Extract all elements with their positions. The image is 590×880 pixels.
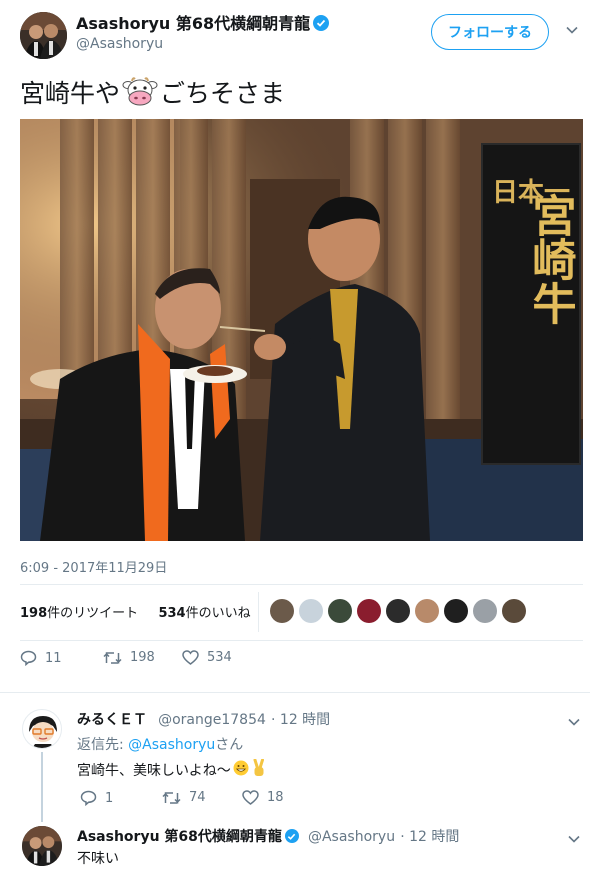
reply1-retweet-action[interactable]: 74: [162, 790, 206, 805]
author-name-text[interactable]: Asashoryu 第68代横綱朝青龍: [76, 14, 310, 33]
thread-line: [41, 752, 43, 822]
reply2-time[interactable]: 12 時間: [409, 829, 459, 845]
like-stat[interactable]: 534件のいいね: [158, 606, 250, 621]
retweet-stat-label[interactable]: 件のリツイート: [47, 606, 138, 621]
tweet-text-part-2: ごちそさま: [160, 79, 286, 108]
divider: [0, 692, 590, 693]
like-action[interactable]: 534: [182, 650, 232, 665]
like-stat-label[interactable]: 件のいいね: [186, 606, 251, 621]
stats-separator: [258, 592, 259, 632]
reply1-time[interactable]: 12 時間: [280, 712, 330, 728]
reply1-reply-count: 1: [105, 790, 114, 806]
heart-icon: [242, 790, 259, 805]
reply-action[interactable]: 11: [20, 650, 62, 666]
reply-count: 11: [45, 650, 62, 666]
liker-avatar[interactable]: [299, 599, 323, 623]
reply1-like-action[interactable]: 18: [242, 790, 284, 805]
liker-avatars: [270, 599, 526, 623]
reply2-menu-chevron-down-icon[interactable]: [568, 831, 580, 847]
tweet-menu-chevron-down-icon[interactable]: [566, 22, 578, 38]
reply-avatar[interactable]: [22, 709, 62, 749]
liker-avatar[interactable]: [386, 599, 410, 623]
reply1-replying-to-prefix: 返信先:: [77, 737, 129, 753]
liker-avatar[interactable]: [270, 599, 294, 623]
divider: [20, 584, 583, 585]
reply1-name[interactable]: みるくＥＴ: [77, 712, 147, 728]
cow-face-emoji-icon: [122, 77, 158, 107]
reply1-replying-to-suffix: さん: [215, 737, 244, 753]
reply1-header: みるくＥＴ @orange17854 · 12 時間: [77, 709, 330, 729]
reply2-avatar[interactable]: [22, 826, 62, 866]
reply1-text: 宮崎牛、美味しいよね〜: [77, 758, 267, 781]
grinning-emoji-icon: [233, 760, 249, 780]
reply1-reply-action[interactable]: 1: [80, 790, 113, 806]
retweet-count: 198: [130, 650, 155, 665]
reply2-header: Asashoryu 第68代横綱朝青龍 @Asashoryu · 12 時間: [77, 826, 459, 846]
reply1-replying-to-link[interactable]: @Asashoryu: [128, 737, 215, 753]
liker-avatar[interactable]: [357, 599, 381, 623]
verified-badge-icon: [284, 829, 299, 843]
reply2-name[interactable]: Asashoryu 第68代横綱朝青龍: [77, 829, 282, 845]
author-avatar[interactable]: [20, 12, 67, 59]
retweet-icon: [103, 651, 122, 664]
liker-avatar[interactable]: [444, 599, 468, 623]
reply1-replying-to: 返信先: @Asashoryuさん: [77, 734, 243, 754]
like-stat-count[interactable]: 534: [158, 606, 185, 621]
reply-icon: [80, 790, 97, 806]
retweet-stat[interactable]: 198件のリツイート: [20, 606, 138, 621]
retweet-icon: [162, 791, 181, 804]
reply2-text: 不味い: [77, 851, 119, 867]
reply1-handle[interactable]: @orange17854: [158, 712, 266, 728]
retweet-action[interactable]: 198: [103, 650, 155, 665]
tweet-text-part-1: 宮崎牛や: [20, 79, 121, 108]
tweet-stats: 198件のリツイート 534件のいいね: [20, 602, 251, 621]
author-handle[interactable]: @Asashoryu: [76, 36, 163, 52]
reply1-menu-chevron-down-icon[interactable]: [568, 714, 580, 730]
reply1-dot: ·: [271, 712, 280, 728]
liker-avatar[interactable]: [328, 599, 352, 623]
victory-hand-emoji-icon: [251, 758, 267, 781]
reply1-retweet-count: 74: [189, 790, 206, 805]
reply2-dot: ·: [400, 829, 410, 845]
heart-icon: [182, 650, 199, 665]
tweet-timestamp[interactable]: 6:09 - 2017年11月29日: [20, 557, 167, 576]
liker-avatar[interactable]: [415, 599, 439, 623]
liker-avatar[interactable]: [502, 599, 526, 623]
verified-badge-icon: [313, 15, 330, 31]
liker-avatar[interactable]: [473, 599, 497, 623]
reply-icon: [20, 650, 37, 666]
tweet-photo[interactable]: 日本一 宮崎牛: [20, 119, 583, 541]
reply1-text-content: 宮崎牛、美味しいよね〜: [77, 763, 231, 779]
divider: [20, 640, 583, 641]
photo-banner-main: 宮崎牛: [525, 193, 576, 325]
retweet-stat-count[interactable]: 198: [20, 606, 47, 621]
tweet-text: 宮崎牛や ごちそさま: [20, 74, 285, 110]
reply2-handle[interactable]: @Asashoryu: [308, 829, 395, 845]
like-count: 534: [207, 650, 232, 665]
reply1-like-count: 18: [267, 790, 284, 805]
author-name[interactable]: Asashoryu 第68代横綱朝青龍: [76, 10, 330, 34]
follow-button[interactable]: フォローする: [431, 14, 549, 50]
